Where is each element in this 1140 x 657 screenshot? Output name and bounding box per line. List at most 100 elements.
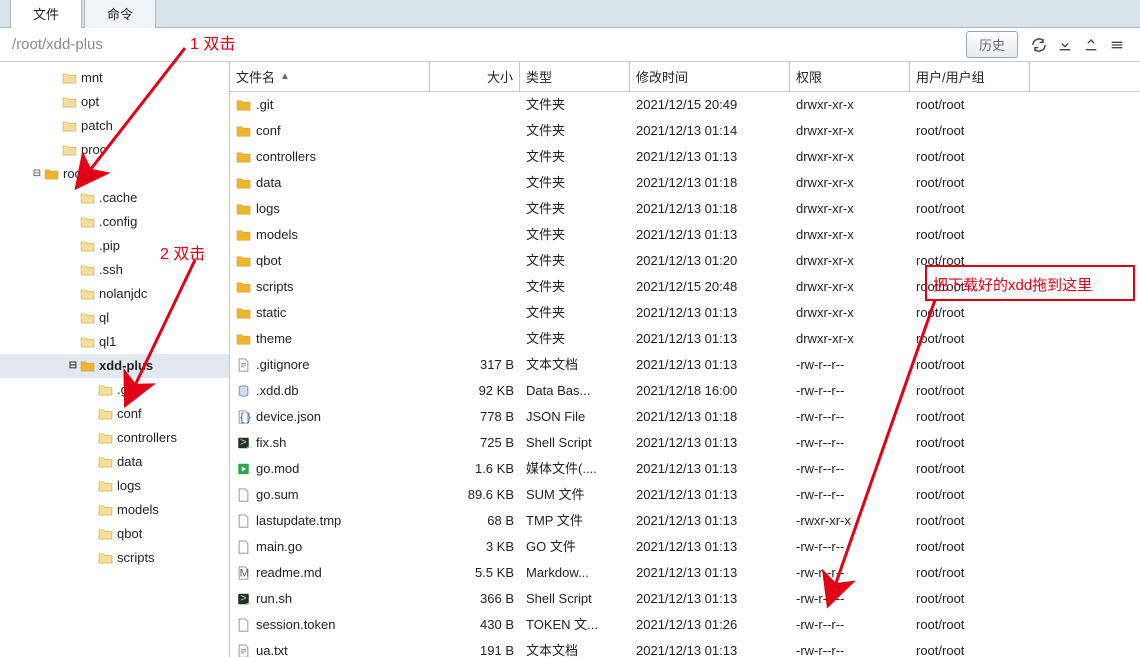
history-button[interactable]: 历史 <box>966 31 1018 58</box>
file-perm: -rwxr-xr-x <box>790 510 910 532</box>
tree-toggle-icon[interactable] <box>66 263 80 277</box>
file-mtime: 2021/12/15 20:48 <box>630 276 790 298</box>
tab-cmd[interactable]: 命令 <box>84 0 156 28</box>
upload-icon[interactable] <box>1080 34 1102 56</box>
tree-item[interactable]: ⊟root <box>0 162 229 186</box>
col-header-owner[interactable]: 用户/用户组 <box>910 62 1030 91</box>
file-row[interactable]: conf文件夹2021/12/13 01:14drwxr-xr-xroot/ro… <box>230 118 1140 144</box>
file-row[interactable]: session.token430 BTOKEN 文...2021/12/13 0… <box>230 612 1140 638</box>
tree-item[interactable]: mnt <box>0 66 229 90</box>
file-owner: root/root <box>910 328 1030 350</box>
file-row[interactable]: controllers文件夹2021/12/13 01:13drwxr-xr-x… <box>230 144 1140 170</box>
col-header-type[interactable]: 类型 <box>520 62 630 91</box>
tree-toggle-icon[interactable] <box>84 383 98 397</box>
tree-toggle-icon[interactable]: ⊟ <box>30 167 44 181</box>
tree-item[interactable]: conf <box>0 402 229 426</box>
file-row[interactable]: static文件夹2021/12/13 01:13drwxr-xr-xroot/… <box>230 300 1140 326</box>
file-perm: drwxr-xr-x <box>790 172 910 194</box>
file-row[interactable]: go.mod1.6 KB媒体文件(....2021/12/13 01:13-rw… <box>230 456 1140 482</box>
file-row[interactable]: main.go3 KBGO 文件2021/12/13 01:13-rw-r--r… <box>230 534 1140 560</box>
path-display[interactable]: /root/xdd-plus <box>10 36 966 53</box>
file-row[interactable]: lastupdate.tmp68 BTMP 文件2021/12/13 01:13… <box>230 508 1140 534</box>
file-row[interactable]: .gitignore317 B文本文档2021/12/13 01:13-rw-r… <box>230 352 1140 378</box>
tree-item[interactable]: ql1 <box>0 330 229 354</box>
file-row[interactable]: { }device.json778 BJSON File2021/12/13 0… <box>230 404 1140 430</box>
tree-item[interactable]: .cache <box>0 186 229 210</box>
tree-toggle-icon[interactable] <box>84 527 98 541</box>
file-row[interactable]: .git文件夹2021/12/15 20:49drwxr-xr-xroot/ro… <box>230 92 1140 118</box>
tree-toggle-icon[interactable] <box>48 119 62 133</box>
tree-toggle-icon[interactable] <box>84 503 98 517</box>
file-perm: -rw-r--r-- <box>790 458 910 480</box>
col-header-size[interactable]: 大小 <box>430 62 520 91</box>
file-name: main.go <box>256 537 302 557</box>
file-row[interactable]: >_fix.sh725 BShell Script2021/12/13 01:1… <box>230 430 1140 456</box>
tree-toggle-icon[interactable] <box>66 191 80 205</box>
file-mtime: 2021/12/13 01:18 <box>630 172 790 194</box>
tree-toggle-icon[interactable] <box>84 431 98 445</box>
tree-item[interactable]: logs <box>0 474 229 498</box>
download-icon[interactable] <box>1054 34 1076 56</box>
file-row[interactable]: qbot文件夹2021/12/13 01:20drwxr-xr-xroot/ro… <box>230 248 1140 274</box>
tree-item[interactable]: .pip <box>0 234 229 258</box>
tree-toggle-icon[interactable]: ⊟ <box>66 359 80 373</box>
tree-item[interactable]: nolanjdc <box>0 282 229 306</box>
file-row[interactable]: data文件夹2021/12/13 01:18drwxr-xr-xroot/ro… <box>230 170 1140 196</box>
file-row[interactable]: M↓readme.md5.5 KBMarkdow...2021/12/13 01… <box>230 560 1140 586</box>
file-row[interactable]: models文件夹2021/12/13 01:13drwxr-xr-xroot/… <box>230 222 1140 248</box>
file-perm: -rw-r--r-- <box>790 406 910 428</box>
tree-item[interactable]: .git <box>0 378 229 402</box>
file-row[interactable]: go.sum89.6 KBSUM 文件2021/12/13 01:13-rw-r… <box>230 482 1140 508</box>
tree-item[interactable]: data <box>0 450 229 474</box>
tree-item[interactable]: models <box>0 498 229 522</box>
text-icon <box>236 358 251 372</box>
tree-item[interactable]: opt <box>0 90 229 114</box>
tree-toggle-icon[interactable] <box>66 239 80 253</box>
tree-item[interactable]: ⊟xdd-plus <box>0 354 229 378</box>
file-row[interactable]: theme文件夹2021/12/13 01:13drwxr-xr-xroot/r… <box>230 326 1140 352</box>
file-owner: root/root <box>910 250 1030 272</box>
file-row[interactable]: scripts文件夹2021/12/15 20:48drwxr-xr-xroot… <box>230 274 1140 300</box>
tree-toggle-icon[interactable] <box>66 311 80 325</box>
tree-toggle-icon[interactable] <box>48 95 62 109</box>
col-header-perm[interactable]: 权限 <box>790 62 910 91</box>
file-type: Shell Script <box>520 432 630 454</box>
text-icon <box>236 644 251 657</box>
tree-item[interactable]: .ssh <box>0 258 229 282</box>
col-header-name[interactable]: 文件名▲ <box>230 62 430 91</box>
tree-item[interactable]: patch <box>0 114 229 138</box>
tree-item[interactable]: ql <box>0 306 229 330</box>
tree-item-label: nolanjdc <box>99 284 147 304</box>
tree-toggle-icon[interactable] <box>48 143 62 157</box>
file-type: 文本文档 <box>520 640 630 657</box>
tree-toggle-icon[interactable] <box>48 71 62 85</box>
tree-item[interactable]: qbot <box>0 522 229 546</box>
tree-toggle-icon[interactable] <box>84 407 98 421</box>
tree-item[interactable]: proc <box>0 138 229 162</box>
file-row[interactable]: ua.txt191 B文本文档2021/12/13 01:13-rw-r--r-… <box>230 638 1140 657</box>
tree-toggle-icon[interactable] <box>84 455 98 469</box>
tree-toggle-icon[interactable] <box>66 287 80 301</box>
folder-tree[interactable]: mntoptpatchproc⊟root.cache.config.pip.ss… <box>0 62 230 657</box>
col-header-mtime[interactable]: 修改时间 <box>630 62 790 91</box>
file-size <box>430 224 520 246</box>
file-row[interactable]: >_run.sh366 BShell Script2021/12/13 01:1… <box>230 586 1140 612</box>
refresh-icon[interactable] <box>1028 34 1050 56</box>
tree-item-label: conf <box>117 404 142 424</box>
tab-file[interactable]: 文件 <box>10 0 82 28</box>
file-row[interactable]: logs文件夹2021/12/13 01:18drwxr-xr-xroot/ro… <box>230 196 1140 222</box>
tree-item[interactable]: .config <box>0 210 229 234</box>
file-size <box>430 250 520 272</box>
file-row[interactable]: .xdd.db92 KBData Bas...2021/12/18 16:00-… <box>230 378 1140 404</box>
tree-toggle-icon[interactable] <box>66 215 80 229</box>
tree-toggle-icon[interactable] <box>84 479 98 493</box>
tree-item[interactable]: controllers <box>0 426 229 450</box>
settings-icon[interactable] <box>1106 34 1128 56</box>
file-type: GO 文件 <box>520 536 630 558</box>
file-perm: drwxr-xr-x <box>790 120 910 142</box>
tree-toggle-icon[interactable] <box>66 335 80 349</box>
tree-toggle-icon[interactable] <box>84 551 98 565</box>
path-toolbar: /root/xdd-plus 历史 <box>0 28 1140 62</box>
tabs-bar: 文件 命令 <box>0 0 1140 28</box>
tree-item[interactable]: scripts <box>0 546 229 570</box>
